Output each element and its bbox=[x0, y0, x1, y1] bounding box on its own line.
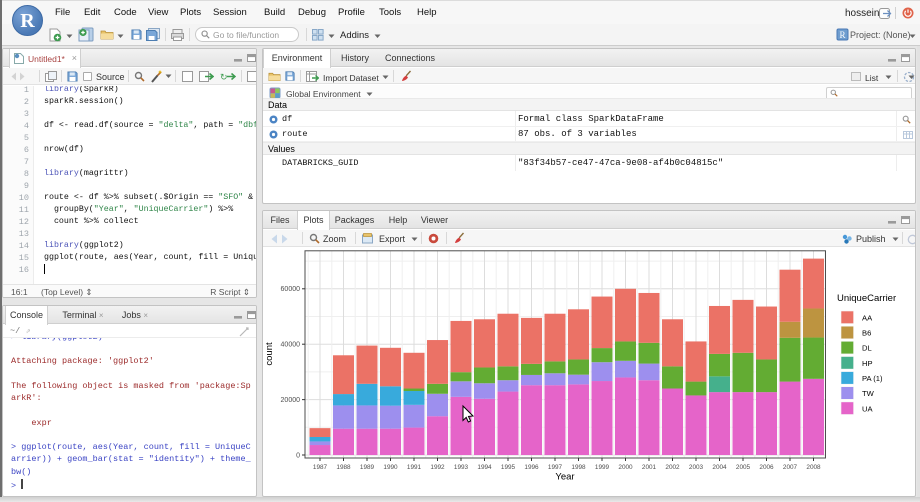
svg-text:TW: TW bbox=[862, 389, 875, 398]
svg-text:HP: HP bbox=[862, 359, 873, 368]
svg-text:1988: 1988 bbox=[336, 464, 351, 471]
svg-text:↻: ↻ bbox=[220, 72, 228, 82]
svg-text:2003: 2003 bbox=[689, 464, 704, 471]
svg-text:1996: 1996 bbox=[524, 464, 539, 471]
svg-text:2008: 2008 bbox=[806, 464, 821, 471]
svg-text:UniqueCarrier: UniqueCarrier bbox=[837, 293, 896, 304]
svg-text:1989: 1989 bbox=[360, 464, 375, 471]
svg-text:UA: UA bbox=[862, 404, 873, 413]
svg-text:AA: AA bbox=[862, 313, 873, 322]
svg-text:60000: 60000 bbox=[281, 286, 301, 293]
svg-text:20000: 20000 bbox=[281, 397, 301, 404]
svg-text:2007: 2007 bbox=[783, 464, 798, 471]
svg-text:2001: 2001 bbox=[642, 464, 657, 471]
svg-text:1991: 1991 bbox=[407, 464, 422, 471]
svg-text:1990: 1990 bbox=[383, 464, 398, 471]
svg-text:1993: 1993 bbox=[454, 464, 469, 471]
svg-text:R: R bbox=[839, 30, 845, 40]
svg-text:1987: 1987 bbox=[313, 464, 328, 471]
svg-text:1999: 1999 bbox=[595, 464, 610, 471]
svg-text:0: 0 bbox=[296, 452, 300, 459]
svg-text:count: count bbox=[264, 342, 275, 366]
svg-text:Year: Year bbox=[555, 472, 574, 483]
svg-text:DL: DL bbox=[862, 344, 872, 353]
svg-text:40000: 40000 bbox=[281, 342, 301, 349]
svg-text:2005: 2005 bbox=[736, 464, 751, 471]
svg-text:1997: 1997 bbox=[548, 464, 563, 471]
svg-text:1998: 1998 bbox=[571, 464, 586, 471]
svg-text:2006: 2006 bbox=[759, 464, 774, 471]
svg-text:2002: 2002 bbox=[665, 464, 680, 471]
svg-text:1994: 1994 bbox=[477, 464, 492, 471]
svg-text:2000: 2000 bbox=[618, 464, 633, 471]
svg-text:1995: 1995 bbox=[501, 464, 516, 471]
svg-text:B6: B6 bbox=[862, 329, 871, 338]
svg-text:1992: 1992 bbox=[430, 464, 445, 471]
svg-text:PA (1): PA (1) bbox=[862, 374, 883, 383]
svg-text:2004: 2004 bbox=[712, 464, 727, 471]
